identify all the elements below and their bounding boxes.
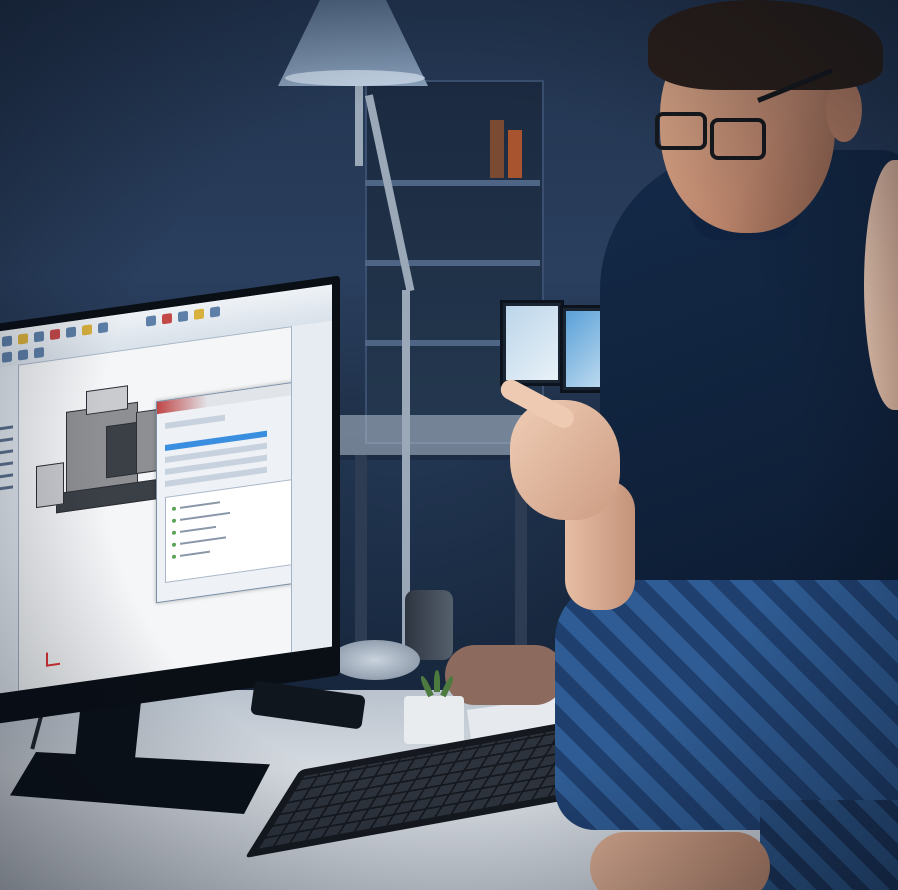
list-bullet [172,518,176,524]
shelf-book [490,120,504,178]
toolbar-icon [18,333,28,345]
list-bullet [172,542,176,548]
desk-leg [355,455,367,655]
woman-hand-on-keyboard [590,832,770,890]
toolbar-icon [2,335,12,347]
feature-tree [0,364,19,694]
photo-scene [0,0,898,890]
toolbar-icon [82,324,92,336]
toolbar-icon [18,349,28,361]
plant-leaf [434,670,440,692]
shelf-board [365,260,540,266]
lamp-light [285,70,425,86]
model-part [36,462,64,509]
tree-item [0,461,13,467]
shelf-book [508,130,522,178]
task-pane [291,320,332,653]
tree-item [0,473,13,479]
list-text [180,501,220,509]
lamp-arm [355,86,363,166]
toolbar-icon [98,322,108,334]
tree-item [0,449,13,455]
woman-plaid-sleeve [555,580,898,830]
tree-item [0,485,13,491]
list-bullet [172,554,176,560]
list-text [180,536,226,545]
list-bullet [172,506,176,512]
tree-item [0,437,13,443]
tree-item [0,425,13,431]
toolbar-icon [50,328,60,341]
background-monitor [500,300,564,386]
toolbar-icon [162,313,172,325]
woman-plaid-sleeve [760,800,898,890]
toolbar-icon [194,308,204,320]
toolbar-icon [66,326,76,338]
dialog-field [165,414,225,429]
toolbar-icon [146,315,156,327]
toolbar-icon [178,310,188,323]
toolbar-icon [34,347,44,359]
monitor-icon [0,275,340,725]
plant-icon [404,696,464,744]
lamp-base [330,640,420,680]
cad-screen [0,284,332,694]
background-monitor-screen [506,306,558,380]
glasses-lens [655,112,707,150]
cnc-machine-model [36,376,176,536]
toolbar-icon [34,331,44,343]
list-text [180,525,216,533]
list-text [180,511,230,521]
axis-triad-icon [46,650,60,667]
list-text [180,550,210,557]
model-part [106,421,138,479]
man-hand [445,645,565,705]
list-bullet [172,530,176,536]
toolbar-icon [2,351,12,363]
toolbar-icon [210,306,220,318]
glasses-lens [710,118,766,160]
